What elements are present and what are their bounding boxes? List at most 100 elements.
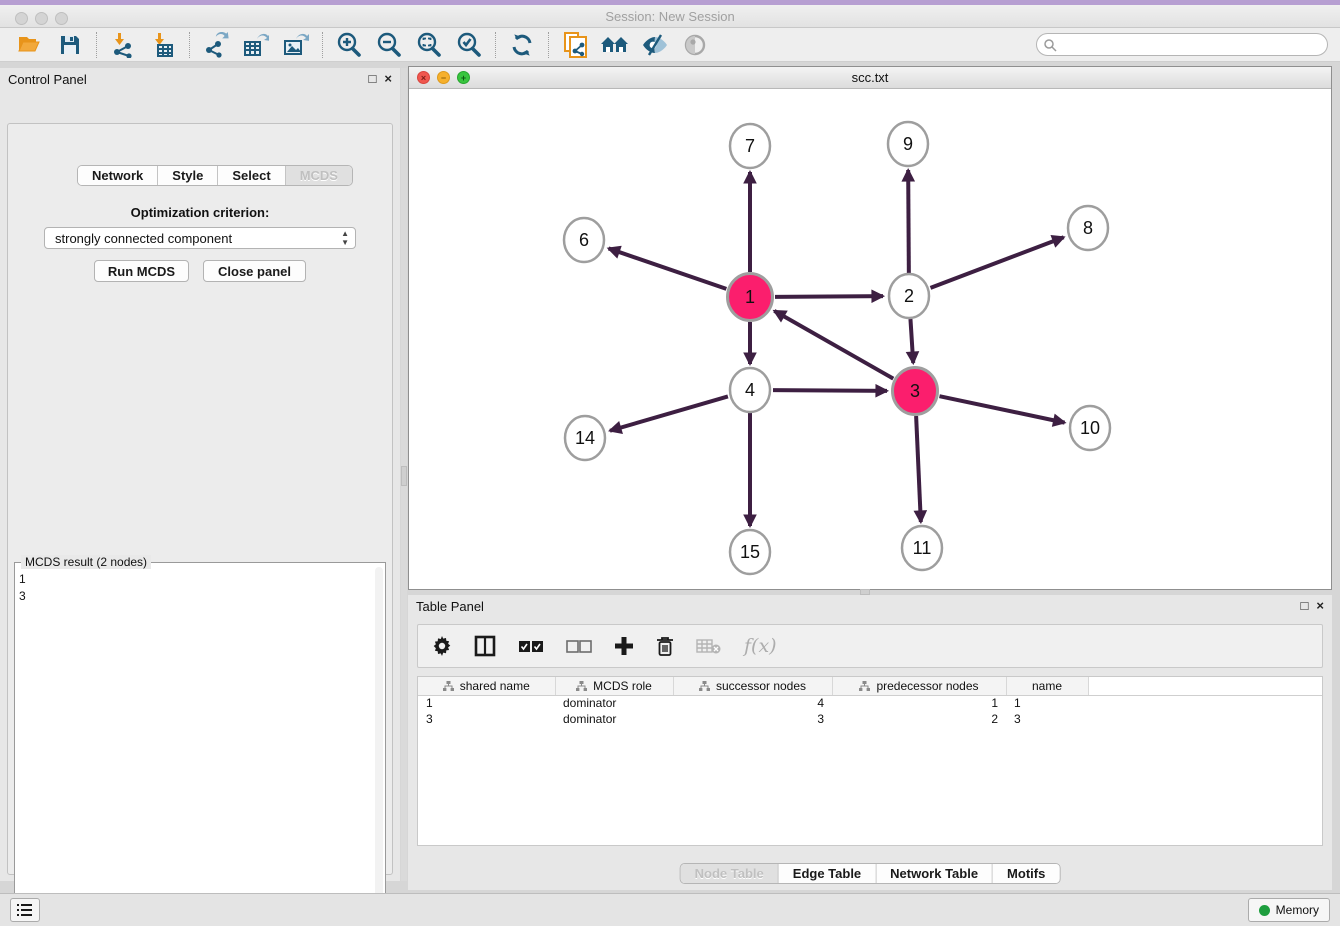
cell-predecessor-nodes[interactable]: 2 xyxy=(832,711,1006,727)
unchecked-boxes-icon xyxy=(566,640,592,653)
graph-node-6[interactable]: 6 xyxy=(564,218,604,262)
delete-row-button[interactable] xyxy=(656,636,674,657)
cell-shared-name[interactable]: 1 xyxy=(418,695,555,711)
optimization-criterion-select[interactable]: strongly connected component ▲▼ xyxy=(44,227,356,249)
edge-3-10[interactable] xyxy=(939,396,1064,422)
column-header-MCDS-role[interactable]: MCDS role xyxy=(555,677,673,695)
splitter-grip[interactable] xyxy=(401,466,407,486)
table-panel-title: Table Panel xyxy=(416,599,484,614)
tab-edge-table[interactable]: Edge Table xyxy=(779,864,876,883)
column-header-name[interactable]: name xyxy=(1006,677,1088,695)
edge-1-2[interactable] xyxy=(775,296,883,297)
cell-name[interactable]: 1 xyxy=(1006,695,1088,711)
cell-MCDS-role[interactable]: dominator xyxy=(555,695,673,711)
cell-successor-nodes[interactable]: 3 xyxy=(673,711,832,727)
search-input[interactable] xyxy=(1057,36,1327,54)
column-header-shared-name[interactable]: shared name xyxy=(418,677,555,695)
graph-node-2[interactable]: 2 xyxy=(889,274,929,318)
float-panel-icon[interactable]: □ xyxy=(1301,598,1309,613)
tab-motifs[interactable]: Motifs xyxy=(993,864,1059,883)
panel-splitter[interactable] xyxy=(401,68,407,881)
network-canvas[interactable]: 7 9 6 8 1 2 4 3 14 10 15 11 xyxy=(409,89,1331,589)
application-window: Session: New Session xyxy=(0,0,1340,926)
close-panel-icon[interactable]: × xyxy=(384,71,392,86)
search-icon xyxy=(1043,38,1057,52)
first-neighbors-button[interactable] xyxy=(598,30,632,60)
edge-4-14[interactable] xyxy=(610,396,728,430)
graph-node-7[interactable]: 7 xyxy=(730,124,770,168)
tab-style[interactable]: Style xyxy=(158,166,218,185)
graph-node-1[interactable]: 1 xyxy=(728,274,773,321)
table-row[interactable]: 3dominator323 xyxy=(418,711,1322,727)
graph-node-11[interactable]: 11 xyxy=(902,526,942,570)
delete-table-button[interactable] xyxy=(696,638,722,654)
column-header-predecessor-nodes[interactable]: predecessor nodes xyxy=(832,677,1006,695)
network-window-title: scc.txt xyxy=(409,70,1331,85)
tab-mcds[interactable]: MCDS xyxy=(286,166,352,185)
copy-network-button[interactable] xyxy=(558,30,592,60)
graph-node-10[interactable]: 10 xyxy=(1070,406,1110,450)
cell-predecessor-nodes[interactable]: 1 xyxy=(832,695,1006,711)
zoom-selected-button[interactable] xyxy=(452,30,486,60)
tab-select[interactable]: Select xyxy=(218,166,285,185)
edge-3-1[interactable] xyxy=(774,311,893,379)
select-all-button[interactable] xyxy=(518,640,544,653)
edge-1-6[interactable] xyxy=(609,248,727,288)
graph-node-3[interactable]: 3 xyxy=(893,368,938,415)
toolbar-separator xyxy=(322,32,323,58)
open-session-button[interactable] xyxy=(13,30,47,60)
deselect-all-button[interactable] xyxy=(566,640,592,653)
node-label: 1 xyxy=(745,287,755,307)
edge-2-8[interactable] xyxy=(931,237,1064,288)
result-scrollbar[interactable] xyxy=(375,567,383,926)
edge-2-3[interactable] xyxy=(910,319,913,363)
choose-columns-button[interactable] xyxy=(474,635,496,657)
cell-MCDS-role[interactable]: dominator xyxy=(555,711,673,727)
run-mcds-button[interactable]: Run MCDS xyxy=(94,260,189,282)
graph-node-9[interactable]: 9 xyxy=(888,122,928,166)
graph-node-15[interactable]: 15 xyxy=(730,530,770,574)
zoom-fit-button[interactable] xyxy=(412,30,446,60)
column-type-icon xyxy=(443,681,454,692)
tab-network[interactable]: Network xyxy=(78,166,158,185)
edge-4-3[interactable] xyxy=(773,390,887,391)
edge-2-9[interactable] xyxy=(908,170,909,273)
refresh-button[interactable] xyxy=(505,30,539,60)
graph-node-8[interactable]: 8 xyxy=(1068,206,1108,250)
cell-shared-name[interactable]: 3 xyxy=(418,711,555,727)
cell-successor-nodes[interactable]: 4 xyxy=(673,695,832,711)
export-image-button[interactable] xyxy=(279,30,313,60)
hide-selected-button[interactable] xyxy=(638,30,672,60)
graph-node-14[interactable]: 14 xyxy=(565,416,605,460)
graph-node-4[interactable]: 4 xyxy=(730,368,770,412)
show-all-button[interactable] xyxy=(678,30,712,60)
float-panel-icon[interactable]: □ xyxy=(369,71,377,86)
export-table-button[interactable] xyxy=(239,30,273,60)
network-window-titlebar[interactable]: × − + scc.txt xyxy=(409,67,1331,89)
table-row[interactable]: 1dominator411 xyxy=(418,695,1322,711)
close-panel-icon[interactable]: × xyxy=(1316,598,1324,613)
column-header-successor-nodes[interactable]: successor nodes xyxy=(673,677,832,695)
edge-3-11[interactable] xyxy=(916,416,921,522)
table-settings-button[interactable] xyxy=(432,636,452,656)
import-table-button[interactable] xyxy=(146,30,180,60)
task-history-button[interactable] xyxy=(10,898,40,922)
tab-node-table[interactable]: Node Table xyxy=(681,864,779,883)
cell-name[interactable]: 3 xyxy=(1006,711,1088,727)
export-network-button[interactable] xyxy=(199,30,233,60)
plus-icon xyxy=(614,636,634,656)
first-neighbors-icon xyxy=(600,34,630,56)
close-panel-button[interactable]: Close panel xyxy=(203,260,306,282)
tab-network-table[interactable]: Network Table xyxy=(876,864,993,883)
add-row-button[interactable] xyxy=(614,636,634,656)
zoom-out-button[interactable] xyxy=(372,30,406,60)
node-label: 7 xyxy=(745,136,755,156)
mcds-result-values[interactable]: 1 3 xyxy=(19,571,373,926)
import-network-icon xyxy=(111,32,135,58)
memory-button[interactable]: Memory xyxy=(1248,898,1330,922)
save-session-button[interactable] xyxy=(53,30,87,60)
network-graph[interactable]: 7 9 6 8 1 2 4 3 14 10 15 11 xyxy=(409,89,1331,589)
zoom-in-button[interactable] xyxy=(332,30,366,60)
import-network-button[interactable] xyxy=(106,30,140,60)
function-builder-button[interactable]: f(x) xyxy=(744,635,777,657)
